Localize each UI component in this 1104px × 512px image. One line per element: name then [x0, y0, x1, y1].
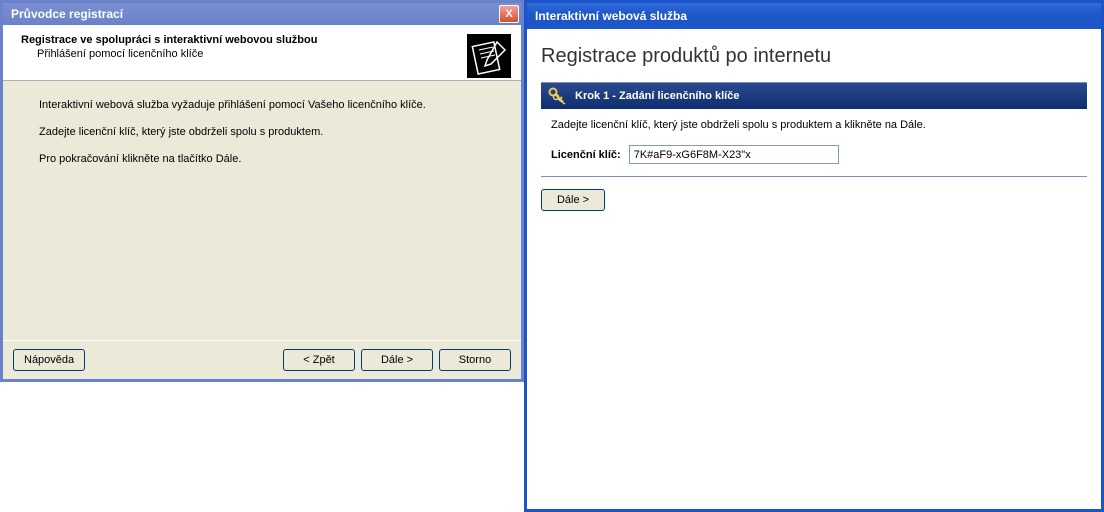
wizard-titlebar: Průvodce registrací X — [3, 3, 521, 25]
help-button[interactable]: Nápověda — [13, 349, 85, 371]
body-line-3: Pro pokračování klikněte na tlačítko Dál… — [39, 153, 485, 166]
wizard-window: Průvodce registrací X Registrace ve spol… — [0, 0, 524, 382]
close-icon: X — [505, 8, 512, 20]
next-button[interactable]: Dále > — [361, 349, 433, 371]
wizard-header: Registrace ve spolupráci s interaktivní … — [3, 25, 521, 81]
license-field-row: Licenční klíč: — [551, 145, 1077, 164]
license-key-input[interactable] — [629, 145, 839, 164]
wizard-header-subtitle: Přihlášení pomocí licenčního klíče — [37, 48, 467, 60]
panel-instruction: Zadejte licenční klíč, který jste obdrže… — [551, 119, 1077, 131]
back-button[interactable]: < Zpět — [283, 349, 355, 371]
license-label: Licenční klíč: — [551, 149, 621, 161]
web-title: Interaktivní webová služba — [535, 9, 687, 23]
web-next-button[interactable]: Dále > — [541, 189, 605, 211]
body-line-1: Interaktivní webová služba vyžaduje přih… — [39, 99, 485, 112]
wizard-footer: Nápověda < Zpět Dále > Storno — [3, 340, 521, 379]
wizard-body: Interaktivní webová služba vyžaduje přih… — [3, 81, 521, 167]
web-content: Registrace produktů po internetu Krok 1 … — [527, 29, 1101, 221]
next-button-area: Dále > — [541, 189, 1087, 211]
step-panel: Krok 1 - Zadání licenčního klíče Zadejte… — [541, 82, 1087, 177]
keys-icon — [547, 86, 569, 106]
panel-body: Zadejte licenční klíč, který jste obdrže… — [541, 109, 1087, 164]
web-service-window: Interaktivní webová služba Registrace pr… — [524, 0, 1104, 512]
close-button[interactable]: X — [499, 5, 519, 23]
page-heading: Registrace produktů po internetu — [541, 45, 1087, 68]
panel-header: Krok 1 - Zadání licenčního klíče — [541, 83, 1087, 109]
registration-icon — [467, 34, 511, 78]
cancel-button[interactable]: Storno — [439, 349, 511, 371]
wizard-header-title: Registrace ve spolupráci s interaktivní … — [21, 34, 467, 46]
wizard-title: Průvodce registrací — [11, 7, 123, 21]
web-titlebar: Interaktivní webová služba — [527, 3, 1101, 29]
panel-step-title: Krok 1 - Zadání licenčního klíče — [575, 90, 739, 102]
body-line-2: Zadejte licenční klíč, který jste obdrže… — [39, 126, 485, 139]
